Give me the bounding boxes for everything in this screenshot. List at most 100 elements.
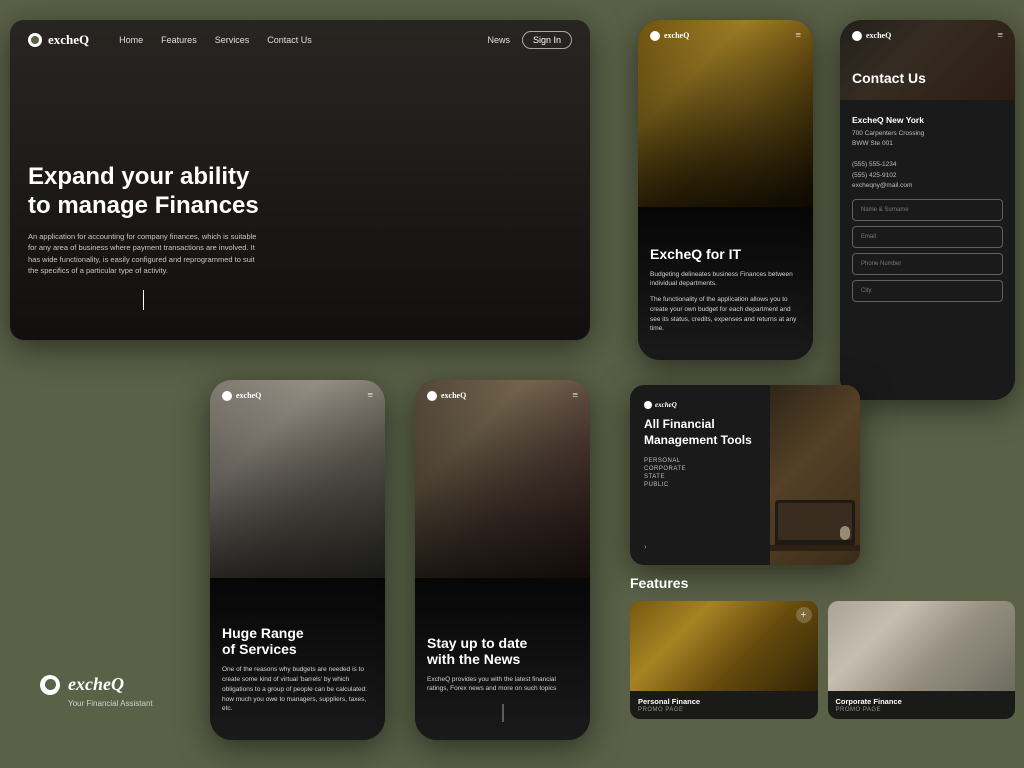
phone-news-nav: excheQ ≡ — [415, 390, 590, 401]
hero-nav-right: News Sign In — [487, 31, 572, 49]
phone-field-placeholder: Phone Number — [861, 261, 901, 267]
nav-features[interactable]: Features — [161, 35, 197, 45]
phone-news-progress — [502, 704, 503, 722]
bottom-logo-mark: excheQ — [40, 674, 153, 695]
financial-logo-text: excheQ — [655, 401, 677, 409]
phone-contact-brand: excheQ — [866, 31, 891, 40]
financial-tags: PERSONAL CORPORATE STATE PUBLIC — [644, 458, 756, 488]
feature-corporate-image — [828, 601, 1016, 691]
hero-logo: excheQ — [28, 32, 89, 48]
phone-services-mockup: excheQ ≡ Huge Range of Services One of t… — [210, 380, 385, 740]
phone-services-brand: excheQ — [236, 391, 261, 400]
feature-personal-image: + — [630, 601, 818, 691]
phone-services-menu-icon[interactable]: ≡ — [367, 390, 373, 401]
sign-in-button[interactable]: Sign In — [522, 31, 572, 49]
tag-personal: PERSONAL — [644, 458, 756, 464]
tag-public: PUBLIC — [644, 482, 756, 488]
financial-tools-card: excheQ All Financial Management Tools PE… — [630, 385, 860, 565]
financial-tools-title: All Financial Management Tools — [644, 417, 756, 448]
nav-contact-us[interactable]: Contact Us — [267, 35, 312, 45]
address-line2: BWW Ste 001 — [852, 139, 1003, 149]
nav-news[interactable]: News — [487, 35, 510, 45]
feature-corporate-body: Corporate Finance PROMO PAGE — [828, 691, 1016, 719]
phone-contact-logo-icon — [852, 31, 862, 41]
hero-description: An application for accounting for compan… — [28, 231, 258, 276]
email-field-placeholder: Email — [861, 234, 876, 240]
phone-contact-body: ExcheQ New York 700 Carpenters Crossing … — [840, 105, 1015, 400]
phone-news-title: Stay up to date with the News — [427, 635, 578, 667]
tag-corporate: CORPORATE — [644, 466, 756, 472]
feature-card-personal[interactable]: + Personal Finance PROMO PAGE — [630, 601, 818, 719]
phone-it-logo-icon — [650, 31, 660, 41]
bottom-logo: excheQ Your Financial Assistant — [40, 674, 153, 708]
phone-contact-nav: excheQ ≡ — [840, 30, 1015, 41]
phone-it-logo: excheQ — [650, 31, 689, 41]
bottom-logo-tagline: Your Financial Assistant — [68, 699, 153, 708]
email: excheqny@mail.com — [852, 181, 1003, 191]
email-field[interactable]: Email — [852, 226, 1003, 248]
name-field-placeholder: Name & Surname — [861, 207, 909, 213]
phone-it-title: ExcheQ for IT — [650, 246, 801, 262]
hero-nav-links: Home Features Services Contact Us — [119, 35, 312, 45]
features-section: Features + Personal Finance PROMO PAGE C… — [630, 575, 1015, 719]
hero-content: Expand your ability to manage Finances A… — [28, 163, 259, 310]
feature-corporate-type: PROMO PAGE — [836, 707, 1008, 713]
phone1: (555) 555-1234 — [852, 160, 1003, 170]
phone-services-nav: excheQ ≡ — [210, 390, 385, 401]
phone-services-title: Huge Range of Services — [222, 625, 373, 657]
mouse-illustration — [840, 526, 850, 540]
nav-home[interactable]: Home — [119, 35, 143, 45]
phone-services-logo-icon — [222, 391, 232, 401]
feature-personal-type: PROMO PAGE — [638, 707, 810, 713]
phone-services-content: Huge Range of Services One of the reason… — [222, 625, 373, 720]
phone-contact-menu-icon[interactable]: ≡ — [997, 30, 1003, 41]
hero-logo-text: excheQ — [48, 32, 89, 48]
name-field[interactable]: Name & Surname — [852, 199, 1003, 221]
phone-it-mockup: excheQ ≡ ExcheQ for IT Budgeting delinea… — [638, 20, 813, 360]
city-field[interactable]: City — [852, 280, 1003, 302]
phone-field[interactable]: Phone Number — [852, 253, 1003, 275]
tag-state: STATE — [644, 474, 756, 480]
phone-contact-mockup: excheQ ≡ Contact Us ExcheQ New York 700 … — [840, 20, 1015, 400]
hero-mockup: excheQ Home Features Services Contact Us… — [10, 20, 590, 340]
features-cards: + Personal Finance PROMO PAGE Corporate … — [630, 601, 1015, 719]
phone-contact-logo: excheQ — [852, 31, 891, 41]
hero-nav: excheQ Home Features Services Contact Us… — [10, 20, 590, 60]
feature-corporate-name: Corporate Finance — [836, 697, 1008, 706]
phone-services-logo: excheQ — [222, 391, 261, 401]
phone-news-logo-icon — [427, 391, 437, 401]
feature-personal-body: Personal Finance PROMO PAGE — [630, 691, 818, 719]
phone-news-desc: ExcheQ provides you with the latest fina… — [427, 675, 578, 695]
phone-it-desc1: Budgeting delineates business Finances b… — [650, 270, 801, 290]
laptop-illustration — [775, 500, 855, 545]
address-line1: 700 Carpenters Crossing — [852, 129, 1003, 139]
phone-it-content: ExcheQ for IT Budgeting delineates busin… — [650, 246, 801, 341]
hero-title: Expand your ability to manage Finances — [28, 163, 259, 221]
feature-plus-icon[interactable]: + — [796, 607, 812, 623]
hero-progress-indicator — [143, 290, 144, 310]
laptop-base — [770, 545, 860, 551]
feature-personal-name: Personal Finance — [638, 697, 810, 706]
phone-news-logo: excheQ — [427, 391, 466, 401]
phone-news-menu-icon[interactable]: ≡ — [572, 390, 578, 401]
logo-icon — [28, 33, 42, 47]
financial-logo-dot — [644, 401, 652, 409]
contact-page-title: Contact Us — [852, 70, 926, 86]
phone-news-content: Stay up to date with the News ExcheQ pro… — [427, 635, 578, 701]
feature-card-corporate[interactable]: Corporate Finance PROMO PAGE — [828, 601, 1016, 719]
laptop-screen — [778, 503, 852, 540]
bottom-logo-text: excheQ — [68, 674, 124, 695]
financial-card-logo: excheQ — [644, 401, 756, 409]
phone-it-brand: excheQ — [664, 31, 689, 40]
phone-it-desc2: The functionality of the application all… — [650, 295, 801, 334]
menu-icon[interactable]: ≡ — [795, 30, 801, 41]
features-section-title: Features — [630, 575, 1015, 591]
phone-news-brand: excheQ — [441, 391, 466, 400]
chevron-down-icon: › — [644, 542, 647, 551]
phone-news-mockup: excheQ ≡ Stay up to date with the News E… — [415, 380, 590, 740]
phone2: (555) 425-9102 — [852, 171, 1003, 181]
nav-services[interactable]: Services — [215, 35, 250, 45]
city-field-placeholder: City — [861, 288, 871, 294]
office-name: ExcheQ New York — [852, 115, 1003, 125]
phone-it-nav: excheQ ≡ — [638, 30, 813, 41]
